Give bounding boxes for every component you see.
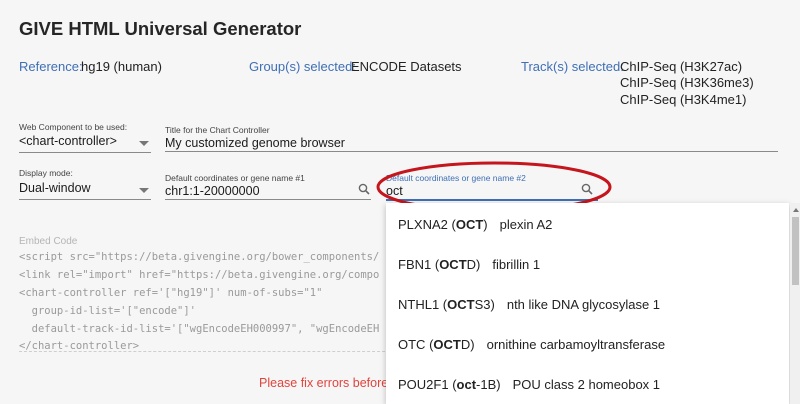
suggestion-alias-match: oct bbox=[456, 377, 477, 392]
suggestion-desc: POU class 2 homeobox 1 bbox=[512, 377, 661, 392]
suggestion-item[interactable]: NTHL1 (OCTS3) nth like DNA glycosylase 1 bbox=[398, 297, 660, 312]
suggestion-gene: OTC bbox=[398, 337, 426, 352]
suggestion-alias-match: OCT bbox=[447, 297, 475, 312]
code-line: <link rel="import" href="https://beta.gi… bbox=[19, 269, 380, 281]
suggestion-item[interactable]: POU2F1 (oct-1B) POU class 2 homeobox 1 bbox=[398, 377, 660, 392]
suggestion-alias-rest: D bbox=[460, 337, 471, 352]
suggestion-gene: POU2F1 bbox=[398, 377, 449, 392]
suggestion-gene: NTHL1 bbox=[398, 297, 440, 312]
autocomplete-dropdown: PLXNA2 (OCT) plexin A2 FBN1 (OCTD) fibrill… bbox=[386, 203, 789, 404]
suggestion-desc: plexin A2 bbox=[499, 217, 553, 232]
suggestion-alias-rest: D bbox=[466, 257, 477, 272]
code-line: </chart-controller> bbox=[19, 340, 140, 351]
suggestion-item[interactable]: FBN1 (OCTD) fibrillin 1 bbox=[398, 257, 540, 272]
embed-code-underline bbox=[19, 351, 385, 352]
suggestion-item[interactable]: OTC (OCTD) ornithine carbamoyltransferase bbox=[398, 337, 665, 352]
suggestion-alias-rest: -1B bbox=[476, 377, 497, 392]
code-line: <chart-controller ref='["hg19"]' num-of-… bbox=[19, 287, 323, 299]
scroll-up-arrow-icon[interactable] bbox=[793, 208, 799, 212]
embed-code-label: Embed Code bbox=[19, 236, 78, 247]
suggestion-gene: PLXNA2 bbox=[398, 217, 448, 232]
suggestion-desc: ornithine carbamoyltransferase bbox=[486, 337, 666, 352]
scrollbar-thumb[interactable] bbox=[792, 217, 799, 285]
suggestion-gene: FBN1 bbox=[398, 257, 432, 272]
suggestion-alias-rest: S3 bbox=[474, 297, 491, 312]
code-line: group-id-list='["encode"]' bbox=[19, 305, 197, 317]
code-line: default-track-id-list='["wgEncodeEH00099… bbox=[19, 323, 380, 335]
suggestion-desc: nth like DNA glycosylase 1 bbox=[506, 297, 661, 312]
suggestion-alias-match: OCT bbox=[455, 217, 484, 232]
suggestion-alias-match: OCT bbox=[439, 257, 467, 272]
suggestion-item[interactable]: PLXNA2 (OCT) plexin A2 bbox=[398, 217, 552, 232]
suggestion-alias-match: OCT bbox=[433, 337, 461, 352]
code-line: <script src="https://beta.givengine.org/… bbox=[19, 251, 380, 263]
suggestion-desc: fibrillin 1 bbox=[492, 257, 541, 272]
embed-code-box[interactable]: <script src="https://beta.givengine.org/… bbox=[19, 251, 385, 351]
error-message: Please fix errors before u bbox=[259, 376, 399, 390]
